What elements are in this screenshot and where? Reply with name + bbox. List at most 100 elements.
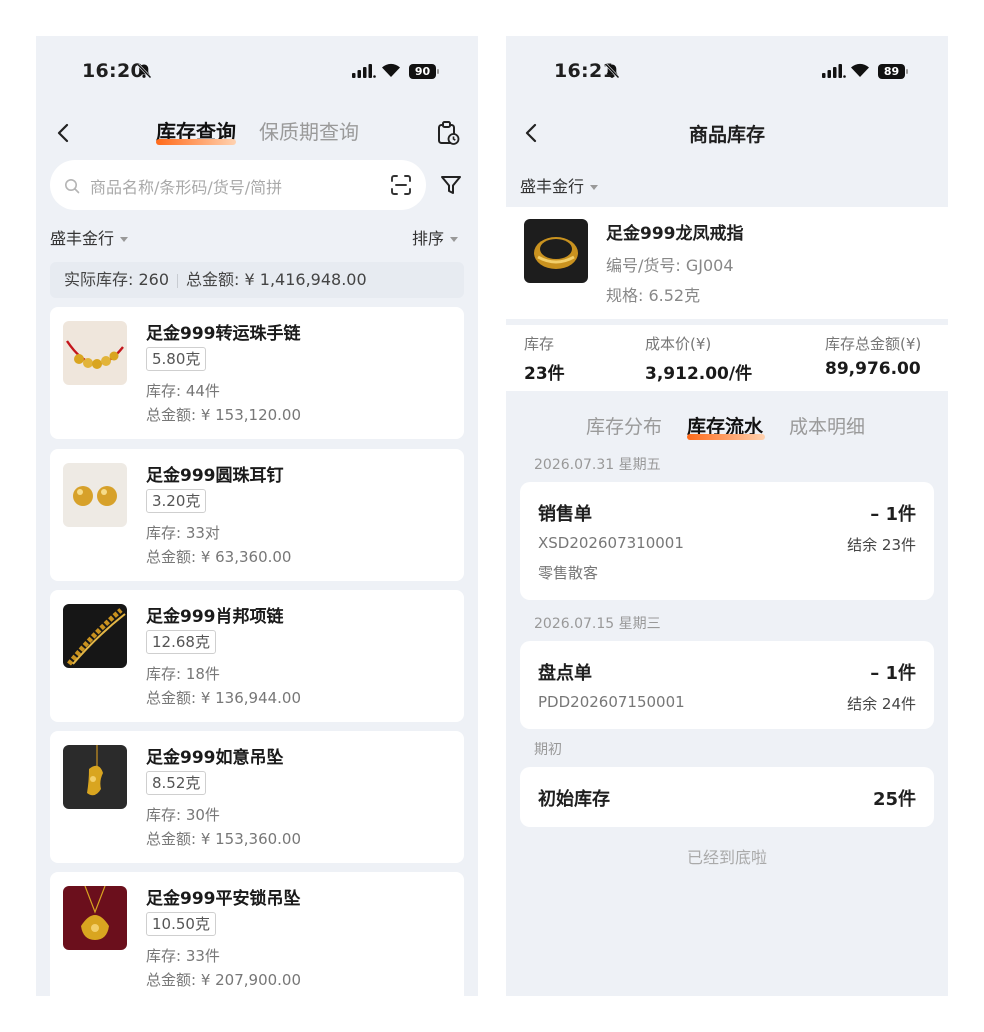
product-image <box>63 745 127 809</box>
product-weight: 3.20克 <box>146 489 207 513</box>
battery-level: 89 <box>878 64 905 79</box>
battery-icon: 90 <box>409 64 439 79</box>
flow-date: 2026.07.31 星期五 <box>534 457 661 473</box>
bell-muted-icon <box>605 63 620 79</box>
flow-customer: 零售散客 <box>538 564 599 582</box>
flow-date: 2026.07.15 星期三 <box>534 616 661 632</box>
product-weight: 10.50克 <box>146 912 216 936</box>
product-stock: 库存: 33件 <box>146 947 220 965</box>
summary-amount: 总金额: ¥ 1,416,948.00 <box>186 270 367 289</box>
metric-total-value: 89,976.00 <box>825 359 921 379</box>
store-filter-label: 盛丰金行 <box>50 229 115 248</box>
wifi-icon <box>382 63 400 77</box>
flow-date: 期初 <box>534 742 562 758</box>
product-stock: 库存: 33对 <box>146 524 220 542</box>
product-code: 编号/货号: GJ004 <box>606 256 734 275</box>
product-image <box>63 321 127 385</box>
inventory-metrics: 库存 23件 成本价(¥) 3,912.00/件 库存总金额(¥) 89,976… <box>506 325 948 391</box>
flow-quantity: – 1件 <box>870 663 916 684</box>
flow-type: 盘点单 <box>538 663 592 684</box>
product-spec: 规格: 6.52克 <box>606 286 701 305</box>
active-tab-indicator <box>687 434 765 440</box>
product-stock: 库存: 44件 <box>146 382 220 400</box>
metric-stock-label: 库存 <box>524 335 555 353</box>
flow-balance: 结余 23件 <box>847 536 916 554</box>
status-bar: 16:20 90 <box>36 36 478 108</box>
phone-product-inventory: 16:21 89 商品库存 盛丰金行 足金999龙凤戒指 编号/货号: GJ00… <box>506 36 948 996</box>
flow-type: 销售单 <box>538 504 592 525</box>
signal-icon <box>352 64 376 78</box>
page-title: 商品库存 <box>688 124 765 146</box>
flow-order-number: XSD202607310001 <box>538 534 684 552</box>
product-total: 总金额: ¥ 63,360.00 <box>146 548 292 566</box>
search-icon <box>65 179 80 194</box>
product-name: 足金999圆珠耳钉 <box>146 466 284 486</box>
flow-record-card[interactable]: 初始库存 25件 <box>520 767 934 827</box>
product-name: 足金999肖邦项链 <box>146 607 284 627</box>
product-name: 足金999平安锁吊坠 <box>146 889 301 909</box>
product-image <box>524 219 588 283</box>
product-card[interactable]: 足金999平安锁吊坠 10.50克 库存: 33件 总金额: ¥ 207,900… <box>50 872 464 996</box>
chevron-down-icon <box>450 237 459 242</box>
product-weight: 12.68克 <box>146 630 216 654</box>
tab-shelf-life-query[interactable]: 保质期查询 <box>259 116 359 145</box>
product-stock: 库存: 30件 <box>146 806 220 824</box>
product-weight: 5.80克 <box>146 347 207 371</box>
sort-label: 排序 <box>412 229 445 248</box>
product-total: 总金额: ¥ 207,900.00 <box>146 971 302 989</box>
product-image <box>63 886 127 950</box>
flow-record-card[interactable]: 销售单 – 1件 XSD202607310001 结余 23件 零售散客 <box>520 482 934 600</box>
end-of-list-text: 已经到底啦 <box>686 848 767 867</box>
tab-stock-distribution[interactable]: 库存分布 <box>586 412 662 439</box>
product-name: 足金999龙凤戒指 <box>606 224 744 244</box>
product-stock: 库存: 18件 <box>146 665 220 683</box>
chevron-down-icon <box>120 237 129 242</box>
product-image <box>63 463 127 527</box>
active-tab-indicator <box>156 139 236 145</box>
product-card[interactable]: 足金999圆珠耳钉 3.20克 库存: 33对 总金额: ¥ 63,360.00 <box>50 449 464 581</box>
inventory-summary: 实际库存: 260 总金额: ¥ 1,416,948.00 <box>50 262 464 298</box>
product-total: 总金额: ¥ 136,944.00 <box>146 689 302 707</box>
status-time: 16:20 <box>82 60 144 82</box>
battery-level: 90 <box>409 64 436 79</box>
product-name: 足金999如意吊坠 <box>146 748 284 768</box>
product-image <box>63 604 127 668</box>
search-bar[interactable]: 商品名称/条形码/货号/简拼 <box>50 160 426 210</box>
product-total: 总金额: ¥ 153,360.00 <box>146 830 302 848</box>
flow-record-card[interactable]: 盘点单 – 1件 PDD202607150001 结余 24件 <box>520 641 934 729</box>
flow-type: 初始库存 <box>538 789 610 810</box>
metric-cost-value: 3,912.00/件 <box>645 364 753 384</box>
product-weight: 8.52克 <box>146 771 207 795</box>
product-card[interactable]: 足金999如意吊坠 8.52克 库存: 30件 总金额: ¥ 153,360.0… <box>50 731 464 863</box>
product-card[interactable]: 足金999转运珠手链 5.80克 库存: 44件 总金额: ¥ 153,120.… <box>50 307 464 439</box>
wifi-icon <box>851 63 869 77</box>
metric-cost-label: 成本价(¥) <box>645 335 712 353</box>
tab-cost-detail[interactable]: 成本明细 <box>789 412 865 439</box>
flow-quantity: – 1件 <box>870 504 916 525</box>
metric-stock-value: 23件 <box>524 364 565 384</box>
back-arrow-icon[interactable] <box>54 122 74 144</box>
store-filter-dropdown[interactable]: 盛丰金行 <box>50 225 129 249</box>
bell-muted-icon <box>137 63 152 79</box>
summary-stock: 实际库存: 260 <box>64 270 170 289</box>
search-input[interactable]: 商品名称/条形码/货号/简拼 <box>90 174 282 198</box>
flow-quantity: 25件 <box>872 789 916 810</box>
clipboard-history-icon[interactable] <box>436 120 460 146</box>
scan-icon[interactable] <box>390 174 412 196</box>
flow-order-number: PDD202607150001 <box>538 693 685 711</box>
status-bar: 16:21 89 <box>506 36 948 108</box>
flow-balance: 结余 24件 <box>847 695 916 713</box>
store-filter-label: 盛丰金行 <box>520 177 585 196</box>
chevron-down-icon <box>590 185 599 190</box>
product-card[interactable]: 足金999肖邦项链 12.68克 库存: 18件 总金额: ¥ 136,944.… <box>50 590 464 722</box>
product-detail-card: 足金999龙凤戒指 编号/货号: GJ004 规格: 6.52克 <box>506 207 948 319</box>
product-name: 足金999转运珠手链 <box>146 324 301 344</box>
battery-icon: 89 <box>878 64 908 79</box>
phone-inventory-query: 16:20 90 库存查询 保质期查询 商品名称/条形码/货号/简拼 盛丰金行 … <box>36 36 478 996</box>
metric-total-label: 库存总金额(¥) <box>825 335 922 353</box>
sort-dropdown[interactable]: 排序 <box>412 225 459 249</box>
signal-icon <box>822 64 846 78</box>
product-total: 总金额: ¥ 153,120.00 <box>146 406 302 424</box>
filter-icon[interactable] <box>440 174 462 196</box>
store-filter-dropdown[interactable]: 盛丰金行 <box>520 173 599 197</box>
